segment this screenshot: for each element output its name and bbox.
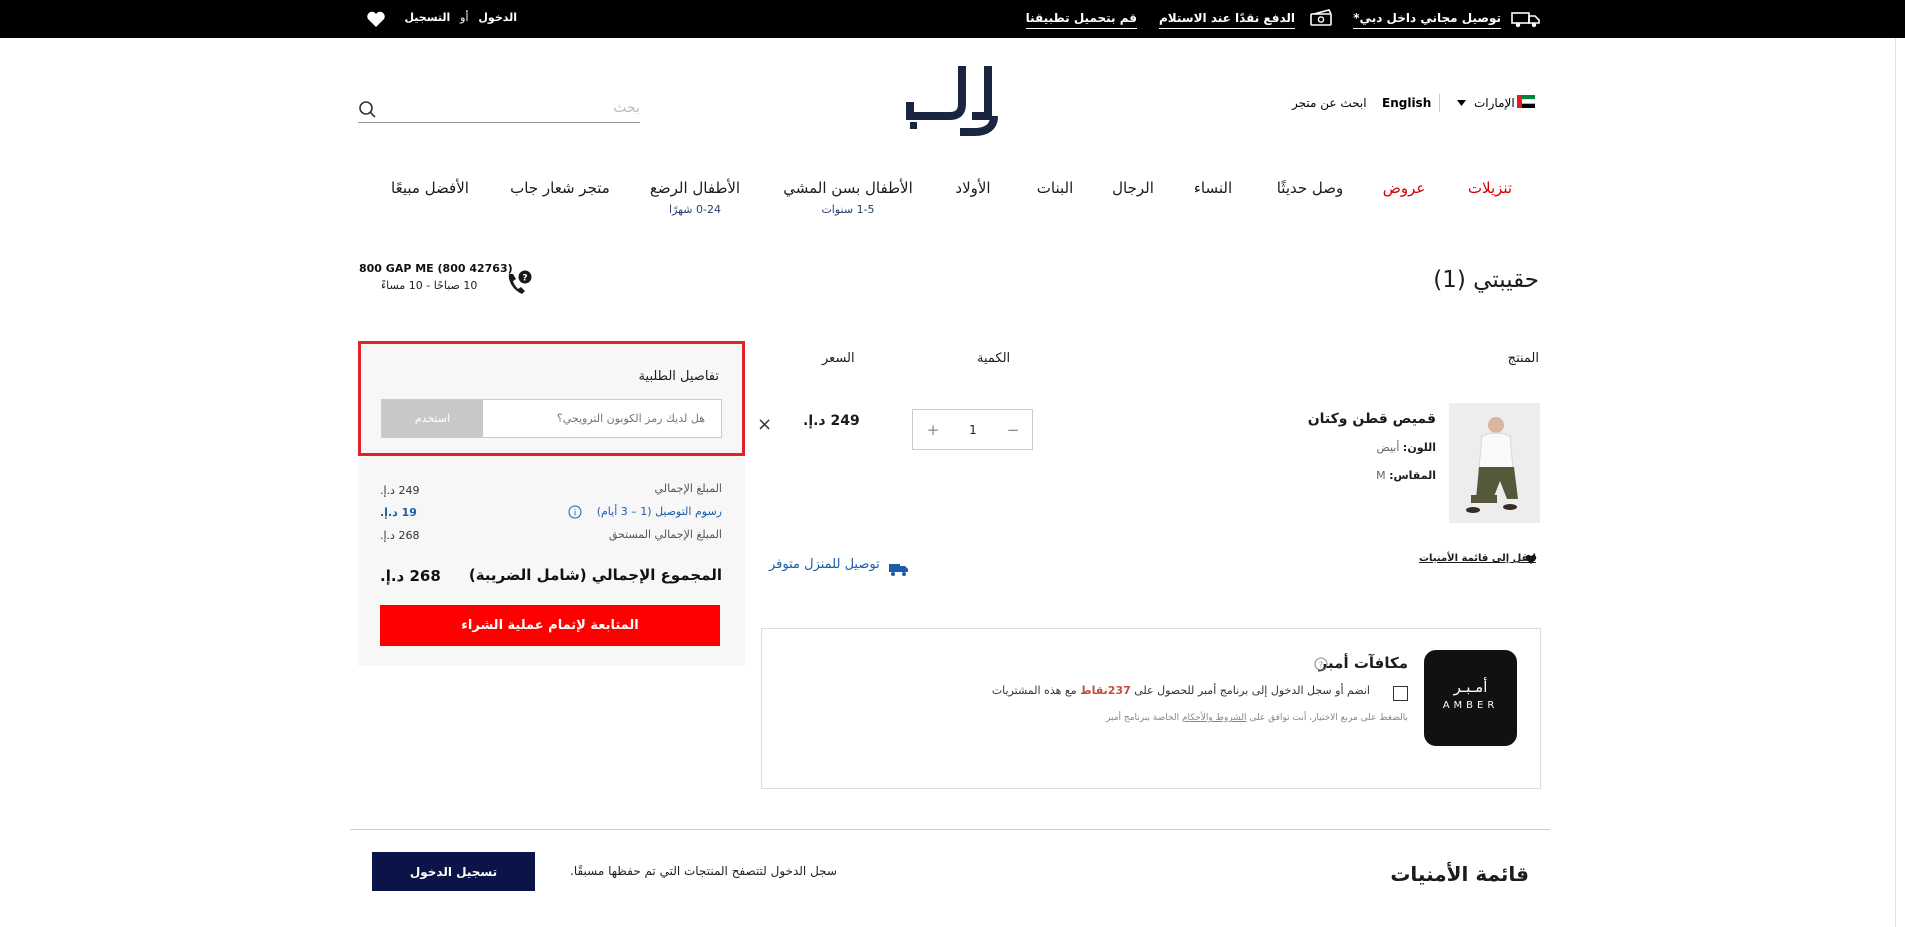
size-value: M xyxy=(1376,469,1386,482)
nav-girls[interactable]: البنات xyxy=(1037,179,1073,197)
amber-terms-start: بالضغط على مربع الاختيار، أنت توافق على xyxy=(1249,713,1408,723)
search-bar xyxy=(358,94,640,123)
amount-due-value: 268 د.إ. xyxy=(380,529,420,542)
amber-terms-end: الخاصة ببرنامج أمبر xyxy=(1106,713,1180,723)
section-divider xyxy=(350,829,1550,830)
nav-baby-age: 0-24 شهرًا xyxy=(669,203,721,216)
wishlist-login-button[interactable]: تسجيل الدخول xyxy=(372,852,535,891)
amber-join-text-end: مع هذه المشتريات xyxy=(991,684,1077,697)
move-to-wishlist-link[interactable]: انقل إلى قائمة الأمنيات xyxy=(1419,553,1536,564)
amber-terms-link[interactable]: الشروط والأحكام xyxy=(1182,713,1247,723)
country-selector[interactable]: الإمارات xyxy=(1474,96,1515,110)
heart-icon[interactable] xyxy=(366,11,386,28)
nav-logo-shop[interactable]: متجر شعار جاب xyxy=(510,179,610,197)
nav-new-arrivals[interactable]: وصل حديثًا xyxy=(1277,179,1344,197)
grand-total-value: 268 د.إ. xyxy=(380,567,441,585)
home-delivery-available: توصيل للمنزل متوفر xyxy=(769,557,880,572)
product-color: اللون: أبيض xyxy=(1377,441,1437,454)
order-details-panel: تفاصيل الطلبية استخدم xyxy=(358,341,745,456)
item-price: 249 د.إ. xyxy=(803,413,860,429)
svg-text:?: ? xyxy=(1319,661,1323,670)
wishlist-title: قائمة الأمنيات xyxy=(1390,862,1529,886)
info-icon[interactable]: i xyxy=(568,505,582,519)
nav-toddler[interactable]: الأطفال بسن المشي 1-5 سنوات xyxy=(783,179,913,216)
amber-logo: أمـبـر AMBER xyxy=(1424,650,1517,746)
support-hours: 10 صباحًا - 10 مساءً xyxy=(381,279,478,292)
quantity-plus-button[interactable]: + xyxy=(913,410,953,449)
checkout-button[interactable]: المتابعة لإتمام عملية الشراء xyxy=(380,605,720,646)
color-value: أبيض xyxy=(1376,441,1400,454)
amber-title: مكافآت أمبر xyxy=(1318,654,1408,672)
support-phone: 800 GAP ME (800 42763) xyxy=(359,262,513,275)
nav-offers[interactable]: عروض xyxy=(1383,179,1426,197)
delivery-truck-icon xyxy=(889,564,908,576)
gap-logo[interactable] xyxy=(902,62,1000,138)
color-label: اللون: xyxy=(1402,441,1436,454)
nav-toddler-age: 1-5 سنوات xyxy=(821,203,875,216)
chevron-down-icon xyxy=(1457,100,1466,106)
subtotal-label: المبلغ الإجمالي xyxy=(654,482,722,495)
col-header-quantity: الكمية xyxy=(977,351,1011,366)
download-app-link[interactable]: قم بتحميل تطبيقنا xyxy=(1025,11,1137,29)
header-divider xyxy=(1439,94,1440,112)
topbar-or: أو xyxy=(460,11,469,24)
svg-text:?: ? xyxy=(522,274,527,284)
nav-best-sellers[interactable]: الأفضل مبيعًا xyxy=(391,179,469,197)
search-icon[interactable] xyxy=(358,100,376,118)
scrollbar[interactable] xyxy=(1895,38,1905,927)
topbar-login-link[interactable]: الدخول xyxy=(478,11,517,24)
amber-logo-arabic: أمـبـر xyxy=(1453,678,1488,696)
uae-flag-icon xyxy=(1517,95,1535,108)
col-header-price: السعر xyxy=(822,351,855,366)
store-finder-link[interactable]: ابحث عن متجر xyxy=(1292,96,1367,110)
language-link[interactable]: English xyxy=(1382,96,1431,110)
product-image[interactable] xyxy=(1449,403,1540,523)
login-register: الدخول أو التسجيل xyxy=(404,11,517,24)
shipping-value: 19 د.إ. xyxy=(380,506,417,519)
amber-terms: بالضغط على مربع الاختيار، أنت توافق على … xyxy=(1106,713,1408,723)
shipping-label: رسوم التوصيل (1 – 3 أيام) xyxy=(596,505,722,518)
svg-text:i: i xyxy=(574,509,577,519)
nav-sale[interactable]: تنزيلات xyxy=(1468,179,1512,197)
cod-link[interactable]: الدفع نقدًا عند الاستلام xyxy=(1158,11,1295,29)
free-delivery-link[interactable]: توصيل مجاني داخل دبي* xyxy=(1353,11,1501,29)
quantity-minus-button[interactable]: − xyxy=(993,410,1033,449)
topbar-register-link[interactable]: التسجيل xyxy=(404,11,450,24)
help-icon[interactable]: ? xyxy=(1314,657,1328,671)
top-bar: توصيل مجاني داخل دبي* الدفع نقدًا عند ال… xyxy=(0,0,1905,38)
subtotal-value: 249 د.إ. xyxy=(380,484,420,497)
wishlist-prompt: سجل الدخول لتتصفح المنتجات التي تم حفظها… xyxy=(570,864,837,878)
coupon-input[interactable] xyxy=(483,400,721,437)
remove-item-button[interactable]: × xyxy=(757,414,772,435)
amber-logo-english: AMBER xyxy=(1442,700,1499,711)
amber-join-text: انضم أو سجل الدخول إلى برنامج أمبر للحصو… xyxy=(992,684,1370,697)
amber-join-checkbox[interactable] xyxy=(1393,686,1408,701)
quantity-value[interactable]: 1 xyxy=(953,410,993,449)
cart-title: حقيبتي (1) xyxy=(1433,267,1539,293)
nav-men[interactable]: الرجال xyxy=(1112,179,1154,197)
truck-icon xyxy=(1511,12,1540,28)
quantity-stepper: + 1 − xyxy=(912,409,1033,450)
search-input[interactable] xyxy=(388,94,640,122)
nav-women[interactable]: النساء xyxy=(1194,179,1232,197)
order-details-title: تفاصيل الطلبية xyxy=(638,369,719,384)
product-name[interactable]: قميص قطن وكتان xyxy=(1308,411,1436,427)
amount-due-label: المبلغ الإجمالي المستحق xyxy=(608,528,722,541)
apply-coupon-button[interactable]: استخدم xyxy=(382,400,483,437)
grand-total-label: المجموع الإجمالي (شامل الضريبة) xyxy=(468,566,722,584)
product-size: المقاس: M xyxy=(1376,469,1436,482)
nav-boys[interactable]: الأولاد xyxy=(955,179,990,197)
col-header-product: المنتج xyxy=(1507,351,1539,366)
amber-points: 237نقاط xyxy=(1080,684,1131,697)
nav-baby[interactable]: الأطفال الرضع 0-24 شهرًا xyxy=(650,179,740,216)
amber-join-text-start: انضم أو سجل الدخول إلى برنامج أمبر للحصو… xyxy=(1134,684,1370,697)
size-label: المقاس: xyxy=(1389,469,1436,482)
cash-icon xyxy=(1310,9,1332,26)
phone-support-icon: ? xyxy=(508,270,532,294)
coupon-form: استخدم xyxy=(381,399,722,438)
